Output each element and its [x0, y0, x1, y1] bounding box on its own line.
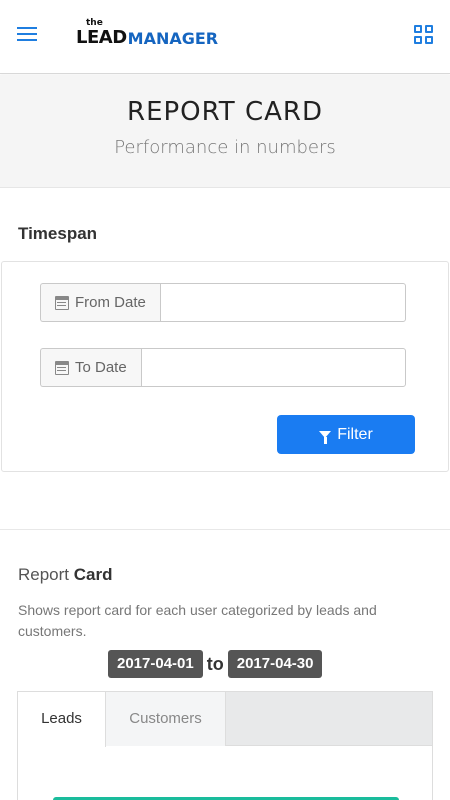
calendar-icon: [55, 295, 69, 310]
from-date-group: From Date: [40, 283, 406, 322]
top-navbar: the LEAD MANAGER: [0, 0, 450, 74]
from-date-label: From Date: [75, 294, 146, 311]
section-divider: [0, 529, 450, 530]
to-date-label: To Date: [75, 359, 127, 376]
report-card-heading-light: Report: [18, 565, 74, 584]
to-date-input[interactable]: [140, 348, 406, 387]
calendar-icon: [55, 360, 69, 375]
from-date-input[interactable]: [159, 283, 406, 322]
page-subtitle: Performance in numbers: [114, 137, 336, 158]
grid-apps-icon[interactable]: [414, 25, 434, 45]
date-range: 2017-04-01 to 2017-04-30: [108, 650, 323, 678]
report-card-heading-bold: Card: [73, 565, 113, 584]
logo-small: the: [86, 18, 103, 28]
tab-leads[interactable]: Leads: [18, 692, 106, 747]
app-logo[interactable]: the LEAD MANAGER: [76, 18, 219, 48]
logo-lead-text: LEAD: [76, 27, 127, 48]
date-range-separator: to: [206, 653, 224, 674]
to-date-group: To Date: [40, 348, 406, 387]
tab-customers[interactable]: Customers: [106, 692, 226, 746]
to-date-addon: To Date: [40, 348, 141, 387]
from-date-addon: From Date: [40, 283, 160, 322]
report-tabs: Leads Customers: [17, 691, 433, 800]
logo-manager: MANAGER: [127, 29, 219, 48]
page-title: REPORT CARD: [127, 97, 323, 127]
logo-lead: the LEAD: [76, 18, 127, 48]
end-date-badge: 2017-04-30: [227, 650, 323, 678]
filter-button[interactable]: Filter: [277, 415, 415, 454]
start-date-badge: 2017-04-01: [108, 650, 203, 678]
report-card-heading: Report Card: [18, 565, 112, 585]
report-card-description: Shows report card for each user categori…: [18, 602, 377, 639]
filter-button-label: Filter: [337, 425, 373, 443]
hamburger-menu-icon[interactable]: [17, 27, 37, 43]
page-header: REPORT CARD Performance in numbers: [0, 75, 450, 188]
timespan-heading: Timespan: [18, 224, 98, 243]
filter-icon: [319, 431, 332, 444]
